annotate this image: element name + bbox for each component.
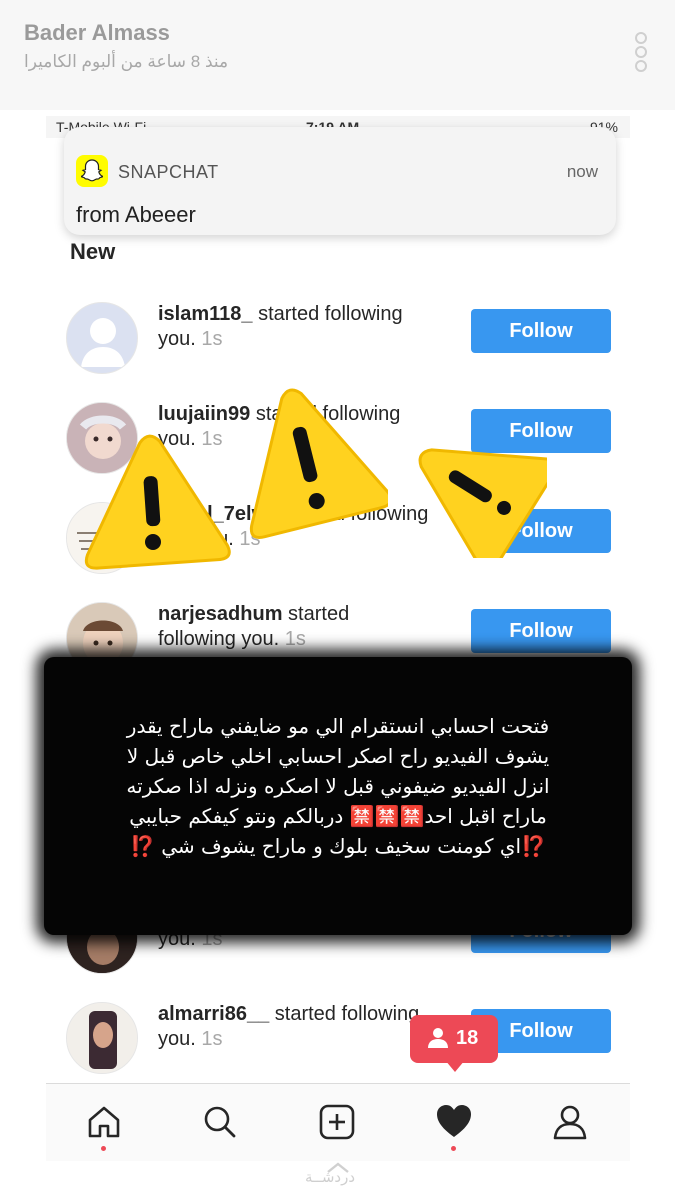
heart-icon[interactable]: [434, 1102, 474, 1151]
avatar[interactable]: [66, 1002, 138, 1074]
activity-time: 1s: [201, 1028, 223, 1050]
notification-app-name: SNAPCHAT: [118, 162, 219, 182]
notification-dot: [451, 1146, 456, 1151]
follow-button[interactable]: Follow: [471, 609, 611, 653]
person-icon: [428, 1028, 448, 1048]
chat-label[interactable]: دردشــة: [305, 1168, 355, 1186]
search-icon[interactable]: [200, 1102, 240, 1142]
activity-tail: you.: [158, 1028, 196, 1050]
overlay-line: انزل الفيديو ضيفوني قبل لا اصكره ونزله ا…: [126, 774, 550, 798]
activity-text: islam118_ started following you. 1s: [158, 302, 458, 352]
notification-dot: [101, 1146, 106, 1151]
badge-pointer: [445, 1060, 465, 1072]
story-author[interactable]: Bader Almass: [24, 20, 170, 46]
notification-time: now: [566, 162, 598, 181]
overlay-line: ماراح اقبل احد🈲🈲🈲 دربالكم ونتو كيفكم حبا…: [129, 804, 547, 828]
home-icon[interactable]: [84, 1102, 124, 1151]
overlay-text: فتحت احسابي انستقرام الي مو ضايفني ماراح…: [58, 711, 618, 861]
new-followers-badge[interactable]: 18: [410, 1015, 498, 1072]
activity-time: 1s: [201, 328, 223, 350]
username[interactable]: almarri86__: [158, 1003, 269, 1025]
username[interactable]: islam118_: [158, 303, 253, 325]
warning-icon: [418, 448, 547, 558]
add-icon[interactable]: [317, 1102, 357, 1142]
notification-message: from Abeeer: [76, 202, 196, 227]
activity-action: started following: [258, 303, 403, 325]
overlay-line: ⁉️اي كومنت سخيف بلوك و ماراح يشوف شي ⁉️: [129, 834, 546, 858]
activity-time: 1s: [284, 628, 306, 650]
story-subtitle: منذ 8 ساعة من ألبوم الكاميرا: [24, 52, 229, 71]
snapchat-notification[interactable]: SNAPCHAT now from Abeeer: [64, 127, 616, 235]
warning-icon: [84, 434, 231, 570]
snapchat-ghost-icon: [76, 155, 108, 187]
activity-action: started following: [274, 1003, 420, 1025]
activity-action: started: [288, 603, 350, 625]
tab-bar: [46, 1083, 630, 1161]
overlay-line: يشوف الفيديو راح اصكر احسابي اخلي خاص قب…: [126, 744, 550, 768]
story-text-overlay: فتحت احسابي انستقرام الي مو ضايفني ماراح…: [44, 657, 632, 935]
activity-tail: following you.: [158, 628, 280, 650]
overlay-line: فتحت احسابي انستقرام الي مو ضايفني ماراح…: [126, 714, 550, 738]
username[interactable]: narjesadhum: [158, 603, 282, 625]
profile-icon[interactable]: [550, 1102, 590, 1142]
activity-tail: you.: [158, 328, 196, 350]
badge-count: 18: [456, 1027, 479, 1049]
activity-text: narjesadhum started following you. 1s: [158, 602, 458, 652]
follow-button[interactable]: Follow: [471, 309, 611, 353]
story-header: Bader Almass منذ 8 ساعة من ألبوم الكامير…: [0, 0, 675, 110]
avatar[interactable]: [66, 302, 138, 374]
section-title-new: New: [70, 239, 116, 264]
more-options-icon[interactable]: [635, 32, 651, 72]
warning-icon: [249, 388, 388, 539]
